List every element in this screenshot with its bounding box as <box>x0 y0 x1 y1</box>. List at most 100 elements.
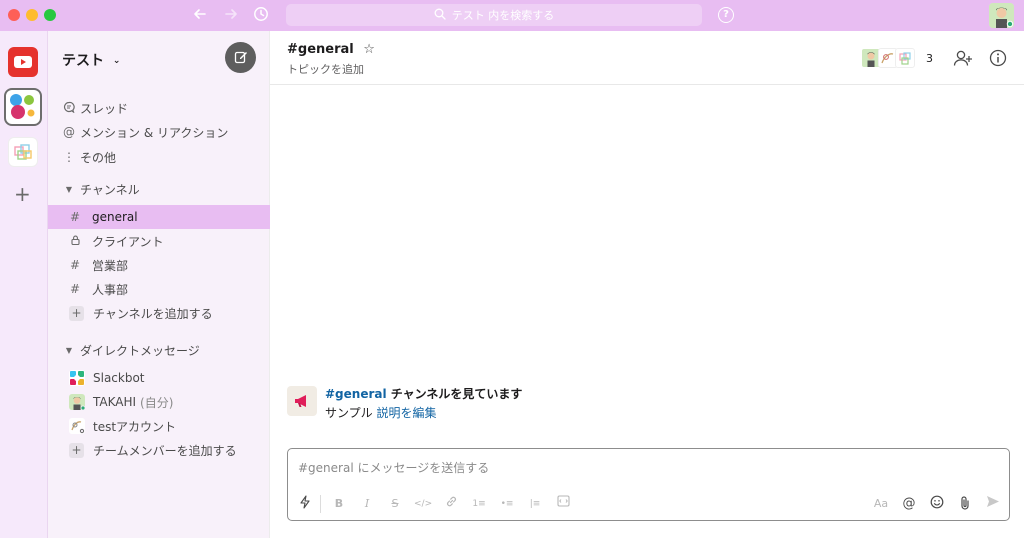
section-label: チャンネル <box>80 182 140 197</box>
back-arrow-icon[interactable] <box>192 6 208 26</box>
channel-intro-description: サンプル 説明を編集 <box>325 404 436 421</box>
channel-item-sales[interactable]: # 営業部 <box>48 253 270 277</box>
nav-label: その他 <box>80 150 117 165</box>
close-window-button[interactable] <box>8 9 20 21</box>
blockquote-icon[interactable]: |≡ <box>526 495 544 513</box>
hash-icon: # <box>69 258 81 272</box>
mention-at-icon[interactable]: @ <box>900 495 918 513</box>
user-avatar <box>69 394 86 411</box>
italic-icon[interactable]: I <box>358 495 376 513</box>
section-label: ダイレクトメッセージ <box>80 343 200 358</box>
emoji-icon[interactable] <box>928 495 946 513</box>
zoom-window-button[interactable] <box>44 9 56 21</box>
caret-down-icon: ▼ <box>65 184 73 194</box>
channel-intro-title: #general チャンネルを見ています <box>325 385 522 402</box>
send-icon[interactable] <box>984 495 1002 513</box>
add-channel-button[interactable]: + チャンネルを追加する <box>48 301 270 325</box>
channels-section-header[interactable]: ▼ チャンネル <box>48 177 270 201</box>
dm-item-self[interactable]: TAKAHI (自分) <box>48 390 270 414</box>
nav-mentions[interactable]: @ メンション & リアクション <box>48 120 270 144</box>
channel-sidebar: テスト ⌄ スレッド @ メンション & リアクション ⋮ その他 ▼ チャンネ… <box>48 31 270 538</box>
team-name-menu[interactable]: テスト ⌄ <box>62 50 120 70</box>
more-vertical-icon: ⋮ <box>63 150 75 164</box>
youtube-workspace-icon[interactable] <box>8 47 38 77</box>
dm-section-header[interactable]: ▼ ダイレクトメッセージ <box>48 338 270 362</box>
compose-icon <box>234 51 247 64</box>
user-avatar[interactable] <box>989 3 1014 28</box>
message-composer: B I S </> 1≡ •≡ |≡ Aa @ <box>287 448 1010 521</box>
channel-name: #general <box>287 42 354 57</box>
search-icon <box>434 8 446 23</box>
add-person-icon[interactable] <box>953 49 973 69</box>
link-icon[interactable] <box>442 495 460 513</box>
channel-description: サンプル <box>325 406 373 420</box>
dm-label: testアカウント <box>93 419 177 434</box>
hash-icon: # <box>69 210 81 224</box>
other-workspace-icon[interactable] <box>8 137 38 167</box>
current-workspace-icon[interactable] <box>4 88 42 126</box>
member-list-button[interactable]: 3 <box>861 48 933 68</box>
test-account-avatar <box>69 418 85 434</box>
chevron-down-icon: ⌄ <box>112 56 121 66</box>
channel-topic[interactable]: トピックを追加 <box>287 61 364 77</box>
caret-down-icon: ▼ <box>65 345 73 355</box>
channel-item-general[interactable]: # general <box>48 205 270 229</box>
compose-button[interactable] <box>225 42 256 73</box>
channel-label: 営業部 <box>92 258 129 273</box>
main-pane: #general ☆ トピックを追加 3 #general チャンネルを見ていま… <box>270 31 1024 538</box>
dm-item-test[interactable]: testアカウント <box>48 414 270 438</box>
add-workspace-icon[interactable]: + <box>14 184 31 204</box>
channel-item-hr[interactable]: # 人事部 <box>48 277 270 301</box>
member-count: 3 <box>926 51 933 65</box>
shortcuts-lightning-icon[interactable] <box>296 495 314 513</box>
slackbot-avatar <box>69 370 85 386</box>
info-icon[interactable] <box>988 49 1008 69</box>
search-bar[interactable]: テスト 内を検索する <box>286 4 702 26</box>
team-name: テスト <box>62 53 104 69</box>
dm-label: Slackbot <box>93 371 145 385</box>
nav-threads[interactable]: スレッド <box>48 96 270 120</box>
title-bar: テスト 内を検索する ? <box>0 0 1024 31</box>
edit-description-link[interactable]: 説明を編集 <box>376 406 436 420</box>
bulleted-list-icon[interactable]: •≡ <box>498 495 516 513</box>
nav-label: メンション & リアクション <box>80 125 229 140</box>
forward-arrow-icon[interactable] <box>223 6 239 26</box>
attach-paperclip-icon[interactable] <box>956 495 974 513</box>
strikethrough-icon[interactable]: S <box>386 495 404 513</box>
channel-label: general <box>92 210 138 224</box>
megaphone-icon <box>287 386 317 416</box>
member-avatar <box>895 48 915 68</box>
ordered-list-icon[interactable]: 1≡ <box>470 495 488 513</box>
add-member-button[interactable]: + チームメンバーを追加する <box>48 438 270 462</box>
add-member-label: チームメンバーを追加する <box>93 443 237 458</box>
search-placeholder: テスト 内を検索する <box>451 9 555 22</box>
minimize-window-button[interactable] <box>26 9 38 21</box>
dm-label: TAKAHI <box>93 395 137 409</box>
lock-icon <box>69 234 81 248</box>
channel-label: 人事部 <box>92 282 129 297</box>
intro-channel-link[interactable]: #general <box>325 387 387 401</box>
format-toggle-icon[interactable]: Aa <box>872 495 890 513</box>
add-channel-label: チャンネルを追加する <box>93 306 213 321</box>
code-icon[interactable]: </> <box>414 495 432 513</box>
channel-item-client[interactable]: クライアント <box>48 229 270 253</box>
dm-self-suffix: (自分) <box>140 395 174 410</box>
nav-more[interactable]: ⋮ その他 <box>48 145 270 169</box>
help-icon[interactable]: ? <box>718 7 734 23</box>
channel-header: #general ☆ トピックを追加 3 <box>270 31 1024 85</box>
channel-title[interactable]: #general ☆ <box>287 42 375 57</box>
thread-icon <box>58 101 80 116</box>
nav-label: スレッド <box>80 101 129 116</box>
history-clock-icon[interactable] <box>253 6 269 26</box>
intro-title-text: チャンネルを見ています <box>386 387 523 401</box>
code-block-icon[interactable] <box>554 495 572 513</box>
channel-label: クライアント <box>92 234 164 249</box>
workspace-rail: + <box>0 31 48 538</box>
bold-icon[interactable]: B <box>330 495 348 513</box>
message-input[interactable] <box>298 458 988 478</box>
star-icon[interactable]: ☆ <box>363 42 375 57</box>
hash-icon: # <box>69 282 81 296</box>
dm-item-slackbot[interactable]: Slackbot <box>48 366 270 390</box>
plus-icon: + <box>69 305 84 321</box>
toolbar-divider <box>320 495 321 513</box>
